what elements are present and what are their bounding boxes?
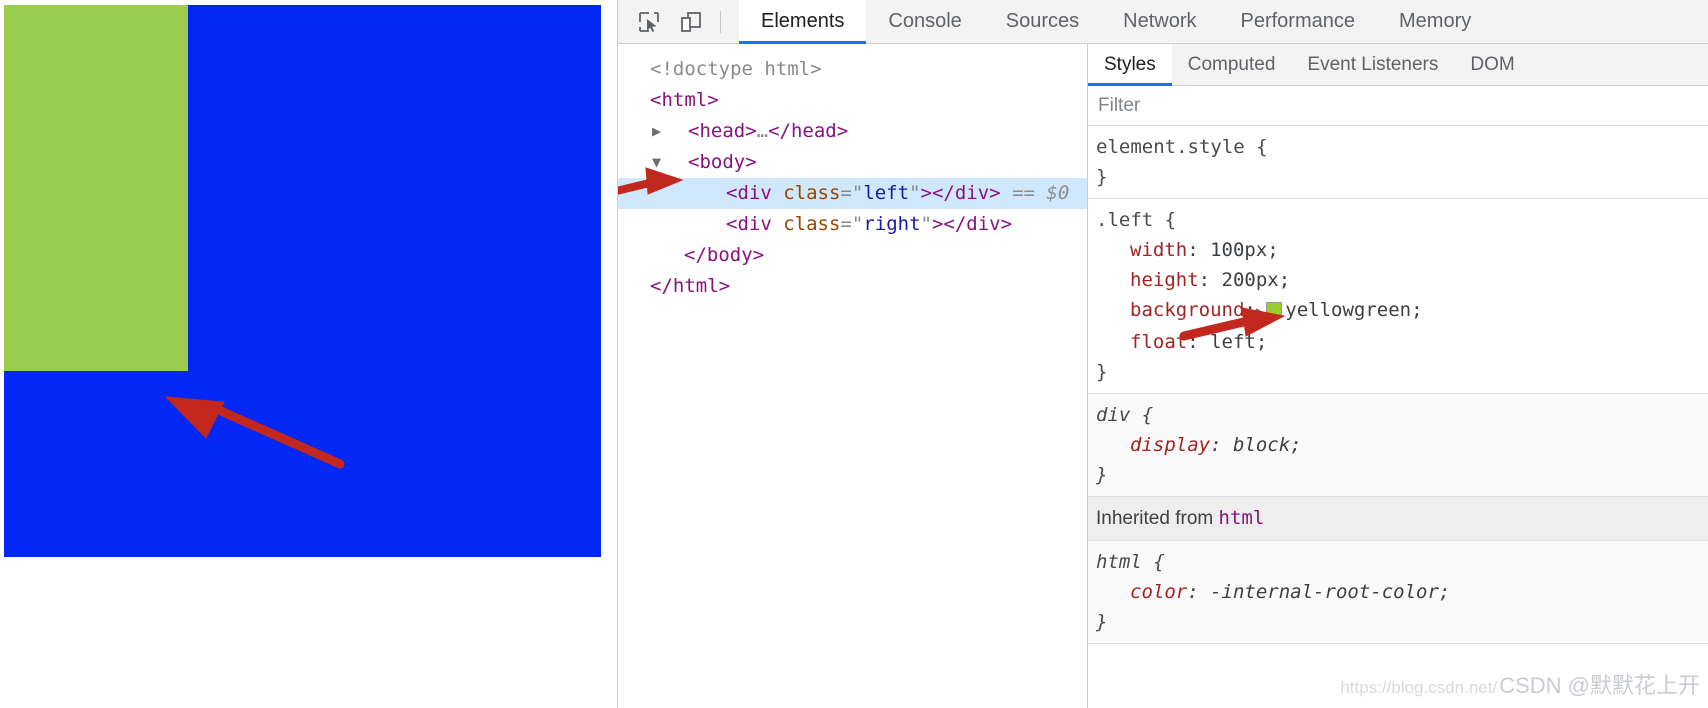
dom-node-body[interactable]: ▼ <body> bbox=[618, 147, 1087, 178]
tab-console[interactable]: Console bbox=[866, 0, 983, 43]
css-selector[interactable]: element.style { bbox=[1096, 132, 1708, 162]
css-rule-close-brace: } bbox=[1096, 166, 1108, 188]
css-rule-html[interactable]: html {color: -internal-root-color;} bbox=[1088, 541, 1708, 644]
dom-node-div-left[interactable]: <div class="left"></div> == $0 bbox=[618, 178, 1087, 209]
css-declaration-float[interactable]: float: left; bbox=[1096, 327, 1708, 357]
inherited-from-header: Inherited from html bbox=[1088, 497, 1708, 541]
css-selector[interactable]: html { bbox=[1096, 547, 1708, 577]
tab-elements[interactable]: Elements bbox=[739, 0, 867, 44]
styles-tab-event-listeners[interactable]: Event Listeners bbox=[1291, 44, 1454, 85]
tab-sources[interactable]: Sources bbox=[984, 0, 1101, 43]
color-expander-icon[interactable]: ▶ bbox=[1256, 304, 1264, 320]
styles-tab-styles[interactable]: Styles bbox=[1088, 44, 1172, 86]
inspect-element-button[interactable] bbox=[632, 7, 666, 37]
twisty-expanded-icon[interactable]: ▼ bbox=[652, 147, 661, 178]
css-declaration-display[interactable]: display: block; bbox=[1096, 430, 1708, 460]
dom-node-html[interactable]: <html> bbox=[618, 85, 1087, 116]
styles-filter-row bbox=[1088, 86, 1708, 126]
dom-node-head[interactable]: ▶ <head>…</head> bbox=[618, 116, 1087, 147]
page-viewport bbox=[0, 0, 617, 708]
css-selector[interactable]: .left { bbox=[1096, 205, 1708, 235]
styles-sidebar: StylesComputedEvent ListenersDOM element… bbox=[1087, 44, 1708, 708]
devtools-screenshot: Elements Console Sources Network Performance… bbox=[0, 0, 1708, 708]
css-rule-close-brace: } bbox=[1096, 464, 1108, 486]
css-selector[interactable]: div { bbox=[1096, 400, 1708, 430]
toolbar-separator bbox=[720, 10, 721, 33]
styles-tab-computed[interactable]: Computed bbox=[1172, 44, 1292, 85]
css-rule-close-brace: } bbox=[1096, 611, 1108, 633]
css-declaration-width[interactable]: width: 100px; bbox=[1096, 235, 1708, 265]
device-toolbar-icon bbox=[681, 11, 701, 32]
left-div-box bbox=[4, 5, 188, 371]
styles-tab-strip: Styles Computed Event Listeners DOM bbox=[1088, 44, 1708, 86]
css-rules-list[interactable]: element.style {} .left {width: 100px; heig… bbox=[1088, 126, 1708, 708]
css-rule-left[interactable]: .left {width: 100px; height: 200px; backgr… bbox=[1088, 199, 1708, 394]
dom-node-doctype[interactable]: <!doctype html> bbox=[618, 54, 1087, 85]
devtools-toolbar: Elements Console Sources Network Performance… bbox=[618, 0, 1708, 44]
styles-tab-dom[interactable]: DOM bbox=[1454, 44, 1530, 85]
styles-filter-input[interactable] bbox=[1088, 94, 1708, 117]
inspect-element-icon bbox=[639, 11, 659, 32]
css-rule-elementstyle[interactable]: element.style {} bbox=[1088, 126, 1708, 199]
toolbar-icon-group bbox=[618, 0, 739, 43]
device-toolbar-button[interactable] bbox=[674, 7, 708, 37]
color-swatch[interactable] bbox=[1266, 302, 1283, 318]
css-declaration-background[interactable]: background:▶ yellowgreen; bbox=[1096, 295, 1708, 327]
devtools-tab-strip: Elements Console Sources Network Performance… bbox=[739, 0, 1493, 44]
css-rule-div[interactable]: div {display: block;} bbox=[1088, 394, 1708, 497]
dom-tree-pane[interactable]: <!doctype html> <html> ▶ <head>…</head> ▼ <bo… bbox=[618, 44, 1087, 708]
tab-performance[interactable]: Performance bbox=[1219, 0, 1378, 43]
devtools-panel: Elements Console Sources Network Performance… bbox=[617, 0, 1708, 708]
devtools-body: <!doctype html> <html> ▶ <head>…</head> ▼ <bo… bbox=[618, 44, 1708, 708]
dom-node-div-right[interactable]: <div class="right"></div> bbox=[618, 209, 1087, 240]
tab-network[interactable]: Network bbox=[1101, 0, 1218, 43]
dom-node-close-body[interactable]: </body> bbox=[618, 240, 1087, 271]
tab-memory[interactable]: Memory bbox=[1377, 0, 1493, 43]
twisty-collapsed-icon[interactable]: ▶ bbox=[652, 116, 661, 147]
dom-node-close-html[interactable]: </html> bbox=[618, 271, 1087, 302]
css-rule-close-brace: } bbox=[1096, 361, 1108, 383]
dom-tree: <!doctype html> <html> ▶ <head>…</head> ▼ <bo… bbox=[618, 54, 1087, 302]
css-declaration-color[interactable]: color: -internal-root-color; bbox=[1096, 577, 1708, 607]
css-declaration-height[interactable]: height: 200px; bbox=[1096, 265, 1708, 295]
